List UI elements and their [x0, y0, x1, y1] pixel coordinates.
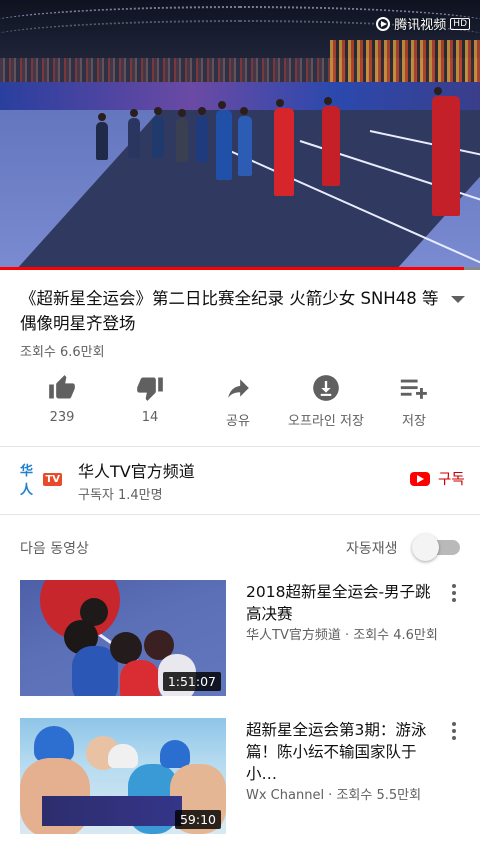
video-player[interactable]: 腾讯视频 HD — [0, 0, 480, 270]
dislike-count: 14 — [141, 410, 159, 425]
autoplay-toggle-knob[interactable] — [412, 534, 439, 561]
athlete-figure — [120, 660, 160, 696]
swimmer-figure — [34, 726, 74, 762]
expand-description-icon[interactable] — [451, 296, 465, 303]
athlete-figure — [322, 97, 340, 186]
autoplay-label: 자동재생 — [346, 541, 398, 557]
athlete-figure — [238, 107, 252, 176]
like-count: 239 — [49, 410, 75, 425]
download-icon — [313, 375, 339, 401]
offline-save-label: 오프라인 저장 — [288, 414, 364, 429]
share-button[interactable]: 공유 — [190, 372, 286, 432]
video-title[interactable]: 超新星全运会第3期：游泳篇！陈小纭不输国家队于小… — [246, 719, 436, 785]
athlete-figure — [128, 109, 140, 158]
watermark-text: 腾讯视频 — [394, 18, 447, 33]
save-label: 저장 — [402, 414, 426, 429]
up-next-heading: 다음 동영상 — [20, 541, 89, 557]
share-icon — [228, 379, 249, 398]
video-list-item[interactable]: 1:51:07 2018超新星全运会-男子跳高决赛 华人TV官方频道 · 조회수… — [0, 580, 480, 698]
channel-logo-badge: TV — [43, 472, 62, 486]
video-watermark: 腾讯视频 HD — [376, 14, 470, 33]
section-divider — [0, 514, 480, 515]
share-label: 공유 — [226, 414, 250, 429]
subscribe-label: 구독 — [438, 472, 465, 488]
view-count: 조회수 6.6만회 — [20, 345, 105, 360]
section-divider — [0, 446, 480, 447]
video-meta: Wx Channel · 조회수 5.5만회 — [246, 788, 422, 803]
video-thumbnail[interactable]: 59:10 — [20, 718, 226, 834]
athlete-figure — [152, 107, 164, 158]
subscriber-count: 구독자 1.4만명 — [78, 488, 163, 503]
athlete-figure — [274, 99, 294, 196]
video-duration: 59:10 — [174, 810, 221, 829]
progress-bar-fill — [0, 267, 465, 270]
thumbs-down-icon — [137, 377, 163, 401]
channel-name[interactable]: 华人TV官方频道 — [78, 458, 195, 482]
channel-avatar[interactable]: 华人 TV — [20, 464, 62, 498]
thumbs-up-icon — [49, 375, 75, 399]
youtube-logo-icon — [410, 471, 430, 486]
athlete-figure — [196, 107, 208, 162]
swimmer-figure — [160, 740, 190, 768]
dislike-button[interactable]: 14 — [102, 372, 198, 432]
more-options-icon[interactable] — [446, 722, 462, 740]
offline-save-button[interactable]: 오프라인 저장 — [278, 372, 374, 432]
more-options-icon[interactable] — [446, 584, 462, 602]
video-meta: 华人TV官方频道 · 조회수 4.6만회 — [246, 628, 438, 643]
save-to-playlist-button[interactable]: 저장 — [366, 372, 462, 432]
watermark-badge: HD — [450, 17, 470, 30]
like-button[interactable]: 239 — [14, 372, 110, 432]
athlete-figure — [176, 109, 188, 162]
athlete-figure — [432, 87, 460, 216]
swimmer-figure — [108, 744, 138, 768]
video-title[interactable]: 2018超新星全运会-男子跳高决赛 — [246, 581, 436, 625]
add-to-playlist-icon — [400, 379, 427, 399]
tencent-video-logo-icon — [376, 16, 391, 31]
video-duration: 1:51:07 — [162, 672, 221, 691]
action-bar: 239 14 공유 오프라인 저장 저장 — [0, 372, 480, 432]
caption-lower-third — [42, 796, 182, 826]
arena-banner — [0, 82, 480, 110]
athlete-figure — [96, 113, 108, 160]
subscribe-button[interactable]: 구독 — [410, 468, 465, 489]
video-thumbnail[interactable]: 1:51:07 — [20, 580, 226, 696]
video-list-item[interactable]: 59:10 超新星全运会第3期：游泳篇！陈小纭不输国家队于小… Wx Chann… — [0, 718, 480, 836]
athlete-figure — [216, 101, 232, 180]
channel-logo-text: 华人 — [20, 464, 34, 498]
video-title[interactable]: 《超新星全运会》第二日比赛全纪录 火箭少女 SNH48 等偶像明星齐登场 — [20, 286, 440, 336]
